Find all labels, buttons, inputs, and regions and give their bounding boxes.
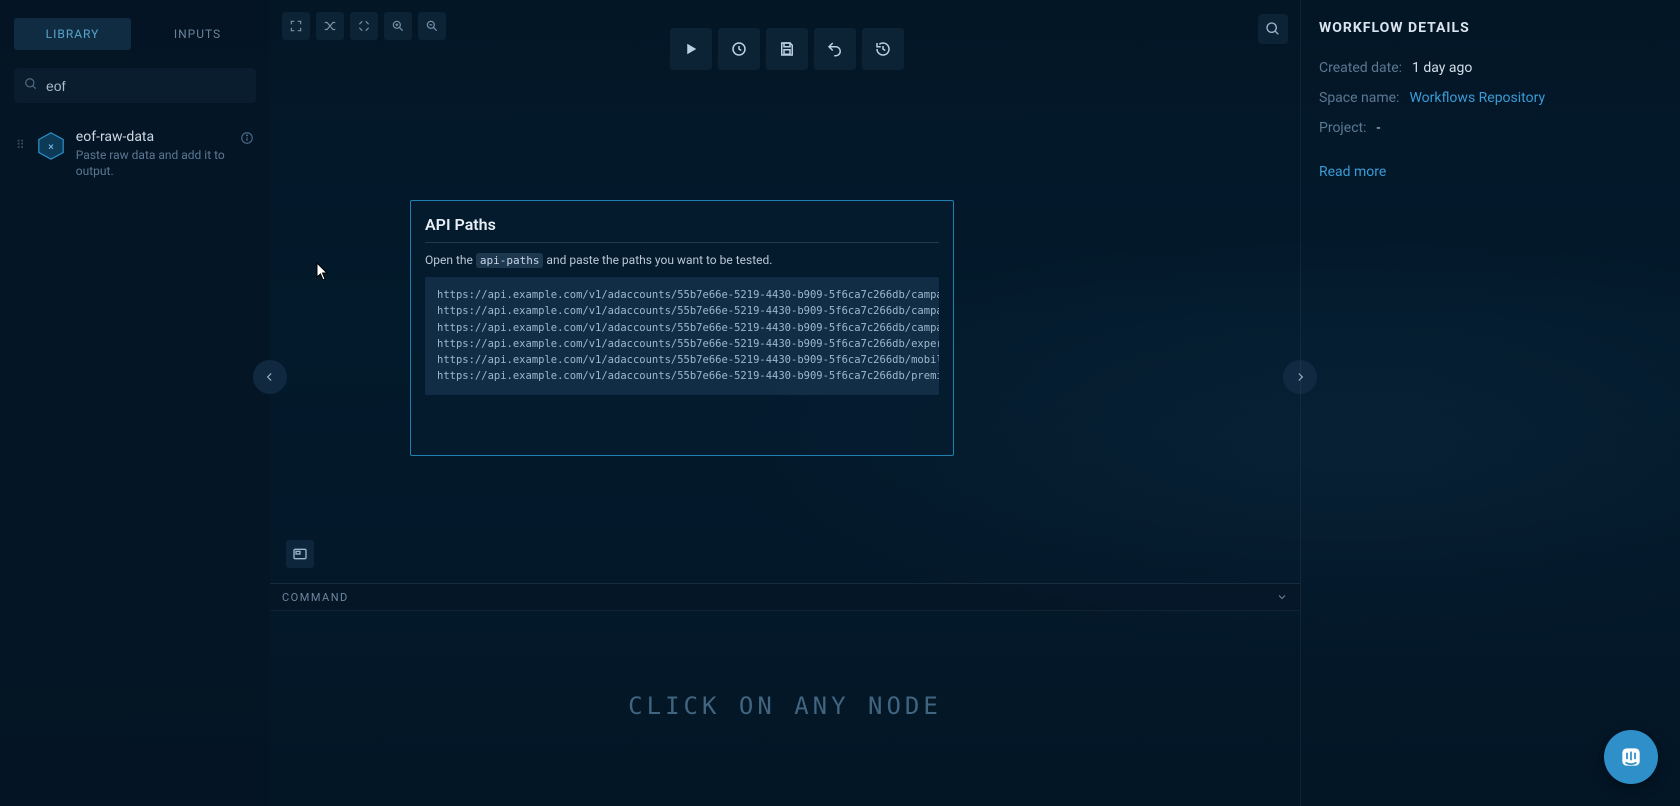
canvas-prev-button[interactable]	[253, 360, 287, 394]
shuffle-button[interactable]	[316, 12, 344, 40]
chevron-down-icon	[1276, 588, 1288, 607]
svg-text:×: ×	[48, 141, 54, 153]
chat-launcher-button[interactable]	[1604, 730, 1658, 784]
search-input[interactable]	[46, 78, 246, 94]
library-search[interactable]	[14, 68, 256, 103]
zoom-out-button[interactable]	[418, 12, 446, 40]
run-controls	[670, 28, 904, 70]
undo-button[interactable]	[814, 28, 856, 70]
drag-handle-icon[interactable]: ⠿	[16, 139, 26, 151]
canvas-search-button[interactable]	[1258, 14, 1288, 44]
zoom-in-button[interactable]	[384, 12, 412, 40]
node-description: Open the api-paths and paste the paths y…	[425, 253, 939, 267]
read-more-link[interactable]: Read more	[1319, 164, 1386, 180]
command-label: COMMAND	[282, 591, 1276, 604]
library-sidebar: LIBRARY INPUTS ⠿ × eof-raw-data Paste ra…	[0, 0, 270, 806]
history-button[interactable]	[862, 28, 904, 70]
library-item-desc: Paste raw data and add it to output.	[76, 147, 230, 179]
schedule-button[interactable]	[718, 28, 760, 70]
details-heading: WORKFLOW DETAILS	[1319, 20, 1660, 36]
node-api-paths[interactable]: API Paths Open the api-paths and paste t…	[410, 200, 954, 456]
search-icon	[24, 76, 46, 95]
detail-created-label: Created date:	[1319, 60, 1402, 76]
detail-project-row: Project: -	[1319, 120, 1660, 136]
hint-text: CLICK ON ANY NODE	[628, 692, 942, 720]
node-desc-chip: api-paths	[476, 253, 544, 268]
node-code-block[interactable]: https://api.example.com/v1/adaccounts/55…	[425, 277, 939, 395]
info-icon[interactable]	[240, 131, 254, 149]
minimap-toggle-button[interactable]	[286, 540, 314, 568]
tab-inputs[interactable]: INPUTS	[139, 18, 256, 50]
detail-space-label: Space name:	[1319, 90, 1399, 106]
save-button[interactable]	[766, 28, 808, 70]
sidebar-tabs: LIBRARY INPUTS	[14, 18, 256, 50]
workflow-canvas[interactable]: API Paths Open the api-paths and paste t…	[270, 0, 1300, 583]
detail-created-row: Created date: 1 day ago	[1319, 60, 1660, 76]
detail-project-label: Project:	[1319, 120, 1367, 136]
fit-button[interactable]	[350, 12, 378, 40]
workflow-details-panel: WORKFLOW DETAILS Created date: 1 day ago…	[1300, 0, 1680, 806]
play-button[interactable]	[670, 28, 712, 70]
node-desc-post: and paste the paths you want to be teste…	[543, 253, 772, 267]
fullscreen-button[interactable]	[282, 12, 310, 40]
command-panel-header[interactable]: COMMAND	[270, 583, 1300, 611]
detail-space-value[interactable]: Workflows Repository	[1409, 90, 1545, 106]
node-hex-icon: ×	[36, 131, 66, 161]
command-panel-body: CLICK ON ANY NODE	[270, 611, 1300, 800]
detail-project-value: -	[1377, 120, 1381, 136]
node-desc-pre: Open the	[425, 253, 476, 267]
node-title: API Paths	[425, 215, 939, 243]
detail-space-row: Space name: Workflows Repository	[1319, 90, 1660, 106]
tab-library[interactable]: LIBRARY	[14, 18, 131, 50]
library-item[interactable]: ⠿ × eof-raw-data Paste raw data and add …	[14, 125, 256, 183]
library-item-title: eof-raw-data	[76, 129, 230, 145]
detail-created-value: 1 day ago	[1412, 60, 1472, 76]
canvas-tool-row	[282, 12, 446, 40]
library-item-text: eof-raw-data Paste raw data and add it t…	[76, 129, 230, 179]
